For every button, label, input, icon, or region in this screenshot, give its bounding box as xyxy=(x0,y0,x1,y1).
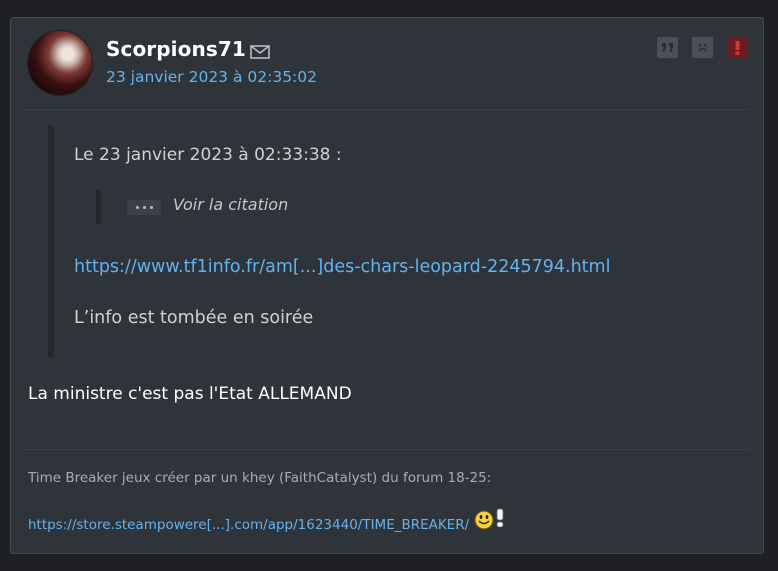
quote-button[interactable] xyxy=(657,37,678,58)
sad-face-icon xyxy=(698,44,707,52)
quoted-link[interactable]: https://www.tf1info.fr/am[...]des-chars-… xyxy=(74,257,610,277)
quoted-text: L’info est tombée en soirée xyxy=(74,308,314,328)
expand-quote-button[interactable] xyxy=(127,200,161,215)
mail-icon[interactable] xyxy=(250,45,270,59)
post-date-link[interactable]: 23 janvier 2023 à 02:35:02 xyxy=(106,68,317,86)
avatar[interactable] xyxy=(28,31,92,95)
signature-text: Time Breaker jeux créer par un khey (Fai… xyxy=(28,470,492,486)
nested-quote: Voir la citation xyxy=(96,190,401,224)
report-button[interactable] xyxy=(727,37,748,58)
author-name[interactable]: Scorpions71 xyxy=(106,37,246,61)
quote-icon xyxy=(662,43,673,52)
quote-header: Le 23 janvier 2023 à 02:33:38 : xyxy=(74,145,342,165)
sad-face-button[interactable] xyxy=(692,37,713,58)
nested-quote-label[interactable]: Voir la citation xyxy=(173,195,288,214)
forum-post-card: Scorpions71 23 janvier 2023 à 02:35:02 L… xyxy=(10,17,764,554)
smiley-icon xyxy=(474,508,504,530)
alert-icon xyxy=(735,40,740,55)
header-divider xyxy=(24,109,750,110)
signature-divider xyxy=(24,449,750,450)
quote-block: Le 23 janvier 2023 à 02:33:38 : Voir la … xyxy=(48,126,748,358)
signature-link[interactable]: https://store.steampowere[...].com/app/1… xyxy=(28,517,469,533)
post-body: La ministre c'est pas l'Etat ALLEMAND xyxy=(28,384,352,404)
